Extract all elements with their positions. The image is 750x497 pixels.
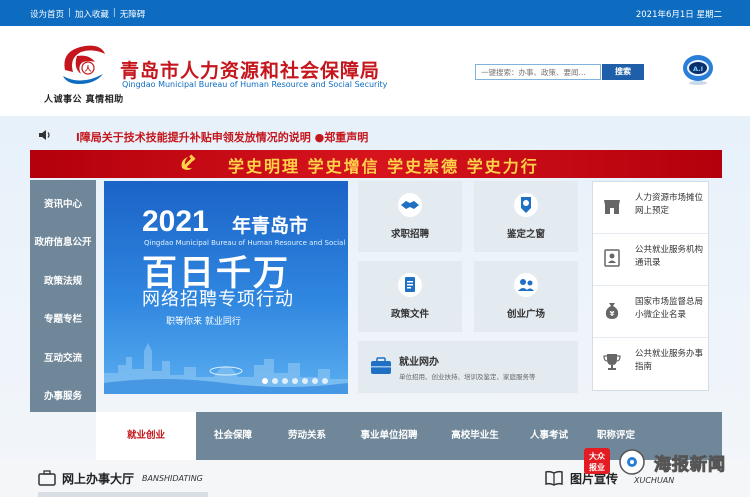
quick-link-market-booking[interactable]: 人力资源市场摊位网上预定 [593, 182, 708, 234]
quick-link-label: 国家市场监督总局小微企业名录 [635, 297, 704, 320]
carousel-dot[interactable] [302, 378, 308, 384]
carousel-dot[interactable] [272, 378, 278, 384]
nav-item-policy[interactable]: 政策法规 [30, 273, 96, 287]
tile-label: 求职招聘 [390, 229, 429, 240]
header-slogan: 人诚事公 真情相助 [44, 95, 124, 105]
watermark-badge-label: 报业 [589, 462, 605, 472]
section-divider [38, 492, 208, 497]
tile-policy-documents[interactable]: 政策文件 [358, 261, 462, 332]
tab-labor-relations[interactable]: 劳动关系 [270, 412, 344, 460]
quick-link-service-guide[interactable]: 公共就业服务办事指南 [593, 338, 708, 390]
current-date: 2021年6月1日 星期二 [635, 10, 722, 20]
hero-city: 年青岛市 [232, 215, 309, 237]
party-banner: 学史明理 学史增信 学史崇德 学史力行 [30, 150, 722, 178]
tile-employment-online[interactable]: 就业网办 单位招用、创业扶持、培训及鉴定、家庭服务等 [358, 341, 578, 393]
quick-links-panel: 人力资源市场摊位网上预定 公共就业服务机构通讯录 ¥ 国家市场监督总局小微企业名… [592, 181, 709, 391]
org-name[interactable]: 青岛市人力资源和社会保障局 [120, 56, 380, 83]
carousel-dot[interactable] [322, 378, 328, 384]
money-bag-icon: ¥ [605, 303, 619, 319]
ai-assistant-label: A.I [693, 65, 703, 73]
tab-social-security[interactable]: 社会保障 [196, 412, 270, 460]
ai-assistant-icon[interactable]: A.I [680, 52, 716, 86]
top-bar: 设为首页 | 加入收藏 | 无障碍 2021年6月1日 星期二 [0, 0, 750, 26]
online-hall-en: BANSHIDATING [142, 474, 203, 483]
site-header: 人 人诚事公 真情相助 青岛市人力资源和社会保障局 Qingdao Munici… [0, 26, 750, 116]
quick-link-label: 公共就业服务办事指南 [635, 349, 704, 372]
svg-text:大众: 大众 [589, 451, 606, 461]
tab-institution-recruit[interactable]: 事业单位招聘 [344, 412, 434, 460]
watermark-badge-icon: 大众 报业 [584, 448, 610, 474]
carousel-dot[interactable] [292, 378, 298, 384]
tile-label: 鉴定之窗 [506, 229, 545, 240]
contacts-icon [604, 249, 620, 267]
top-links: 设为首页 | 加入收藏 | 无障碍 [30, 8, 145, 20]
carousel-dot[interactable] [312, 378, 318, 384]
watermark-text: 海报新闻 [654, 455, 726, 476]
hero-campaign: 网络招聘专项行动 [142, 289, 294, 310]
add-favorite-link[interactable]: 加入收藏 [75, 8, 109, 20]
quick-link-label: 公共就业服务机构通讯录 [635, 245, 704, 268]
briefcase-icon [371, 357, 391, 374]
wide-tile-title: 就业网办 [399, 357, 439, 368]
separator: | [112, 8, 116, 18]
hero-subtitle-en: Qingdao Municipal Bureau of Human Resour… [144, 239, 348, 247]
tab-personnel-exam[interactable]: 人事考试 [516, 412, 582, 460]
carousel-dots[interactable] [262, 378, 328, 384]
certificate-badge-icon [514, 193, 538, 217]
shop-icon [604, 200, 620, 214]
left-navigation: 资讯中心 政府信息公开 政策法规 专题专栏 互动交流 办事服务 [30, 180, 96, 412]
tile-label: 创业广场 [506, 309, 545, 320]
trophy-icon [603, 354, 621, 370]
online-hall-title[interactable]: 网上办事大厅 [62, 470, 134, 487]
separator: | [68, 8, 71, 18]
picture-promo-en: XUCHUAN [634, 476, 675, 485]
document-icon [398, 273, 422, 297]
tile-appraisal-window[interactable]: 鉴定之窗 [474, 181, 578, 252]
search-input[interactable] [475, 64, 601, 80]
tile-label: 政策文件 [390, 309, 429, 320]
wide-tile-desc: 单位招用、创业扶持、培训及鉴定、家庭服务等 [399, 373, 536, 381]
set-homepage-link[interactable]: 设为首页 [30, 8, 64, 20]
carousel-dot[interactable] [282, 378, 288, 384]
tile-startup-plaza[interactable]: 创业广场 [474, 261, 578, 332]
nav-item-news[interactable]: 资讯中心 [30, 196, 96, 210]
notice-ticker: l障局关于技术技能提升补贴申领发放情况的说明 ●郑重声明 [38, 126, 718, 144]
notice-text[interactable]: l障局关于技术技能提升补贴申领发放情况的说明 ●郑重声明 [76, 129, 368, 145]
handshake-icon [398, 193, 422, 217]
person-group-icon [514, 273, 538, 297]
search-button[interactable]: 搜索 [602, 64, 644, 80]
nav-item-gov-info[interactable]: 政府信息公开 [30, 234, 96, 248]
hammer-sickle-icon [181, 154, 196, 170]
bureau-logo-icon[interactable]: 人 [55, 40, 111, 88]
tab-graduates[interactable]: 高校毕业生 [434, 412, 516, 460]
quick-link-service-contacts[interactable]: 公共就业服务机构通讯录 [593, 234, 708, 286]
book-icon [545, 470, 563, 486]
watermark-eye-icon [619, 449, 645, 475]
hero-year: 2021 [142, 205, 209, 238]
nav-item-topics[interactable]: 专题专栏 [30, 311, 96, 325]
org-name-en: Qingdao Municipal Bureau of Human Resour… [122, 80, 388, 89]
svg-text:人: 人 [85, 64, 93, 73]
nav-item-interaction[interactable]: 互动交流 [30, 350, 96, 364]
banner-slogans: 学史明理 学史增信 学史崇德 学史力行 [228, 157, 539, 176]
quick-link-micro-enterprise[interactable]: ¥ 国家市场监督总局小微企业名录 [593, 286, 708, 338]
tab-employment[interactable]: 就业创业 [96, 412, 196, 460]
accessibility-link[interactable]: 无障碍 [120, 8, 146, 20]
carousel-dot[interactable] [262, 378, 268, 384]
nav-item-services[interactable]: 办事服务 [30, 388, 96, 402]
briefcase-icon [38, 470, 56, 486]
quick-link-label: 人力资源市场摊位网上预定 [635, 193, 704, 216]
hero-carousel[interactable]: 2021 年青岛市 百日千万 Qingdao Municipal Bureau … [104, 181, 348, 394]
tile-job-recruitment[interactable]: 求职招聘 [358, 181, 462, 252]
speaker-icon [39, 130, 50, 140]
svg-text:¥: ¥ [610, 310, 615, 318]
